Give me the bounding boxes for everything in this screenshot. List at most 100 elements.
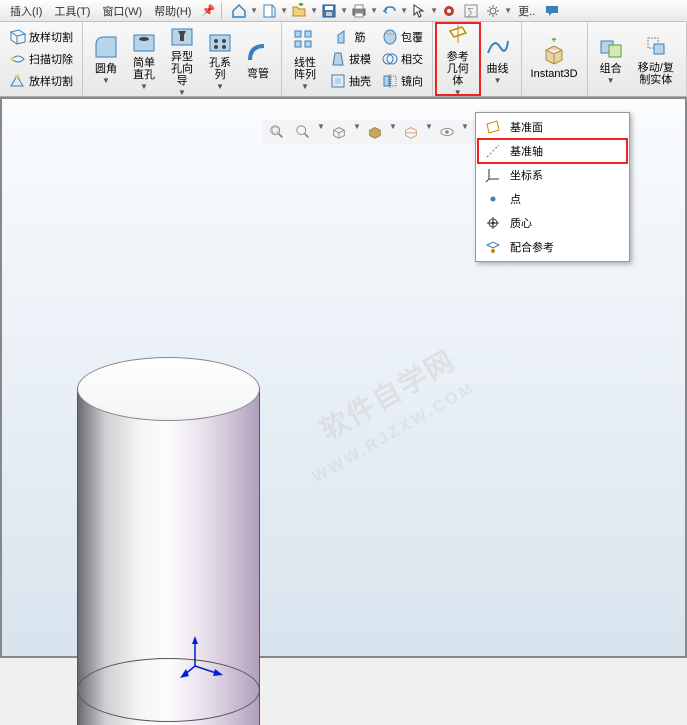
print-icon[interactable] [350, 2, 368, 20]
rebuild-icon[interactable] [440, 2, 458, 20]
hide-show-icon[interactable] [437, 122, 457, 142]
save-icon[interactable] [320, 2, 338, 20]
dropdown-coord[interactable]: 坐标系 [478, 163, 627, 187]
dd-arrow[interactable]: ▼ [250, 6, 258, 15]
view-orientation-icon[interactable] [329, 122, 349, 142]
instant3d-button[interactable]: Instant3D [526, 24, 583, 94]
dd-arrow: ▼ [216, 82, 224, 91]
btn-label: 简单直孔 [130, 57, 158, 81]
move-copy-button[interactable]: 移动/复制实体 [630, 24, 682, 94]
display-style-icon[interactable] [365, 122, 385, 142]
ribbon-group-cut: 放样切割 扫描切除 放样切割 [0, 22, 83, 96]
wrap-button[interactable]: 包覆 [379, 26, 425, 48]
dd-arrow[interactable]: ▼ [310, 6, 318, 15]
btn-label: 抽壳 [349, 73, 371, 89]
dd-arrow[interactable]: ▼ [389, 122, 397, 142]
dd-arrow: ▼ [454, 88, 462, 97]
home-icon[interactable] [230, 2, 248, 20]
dd-label: 配合参考 [510, 239, 554, 255]
zoom-fit-icon[interactable] [267, 122, 287, 142]
dropdown-materef[interactable]: 配合参考 [478, 235, 627, 259]
watermark-url: WWW.RJZXW.COM [310, 379, 479, 487]
btn-label: 筋 [355, 29, 366, 45]
dd-arrow[interactable]: ▼ [353, 122, 361, 142]
btn-label: 放样切割 [29, 73, 73, 89]
dd-arrow[interactable]: ▼ [317, 122, 325, 142]
instant3d-icon [540, 38, 568, 66]
btn-label: 移动/复制实体 [635, 62, 677, 86]
undo-icon[interactable] [380, 2, 398, 20]
dropdown-plane[interactable]: 基准面 [478, 115, 627, 139]
menubar: 插入(I) 工具(T) 窗口(W) 帮助(H) 📌 ▼ ▼ ▼ ▼ ▼ ▼ ▼ … [0, 0, 687, 22]
linear-pattern-button[interactable]: 线性阵列▼ [286, 24, 324, 94]
bend-button[interactable]: 弯管 [239, 24, 277, 94]
menu-help[interactable]: 帮助(H) [148, 1, 197, 21]
btn-label: 组合 [600, 63, 622, 75]
loft-cut-icon [9, 28, 27, 46]
open-icon[interactable] [290, 2, 308, 20]
dd-label: 基准面 [510, 119, 543, 135]
btn-label: 拔模 [349, 51, 371, 67]
plane-icon [484, 118, 502, 136]
dd-label: 基准轴 [510, 143, 543, 159]
dd-arrow[interactable]: ▼ [504, 6, 512, 15]
cylinder-model[interactable] [77, 357, 260, 722]
move-icon [642, 32, 670, 60]
curve-button[interactable]: 曲线▼ [479, 24, 517, 94]
dd-arrow: ▼ [301, 82, 309, 91]
ribbon-group-pattern: 线性阵列▼ 筋 拔模 抽壳 包覆 相交 镜向 [282, 22, 433, 96]
shape-hole-button[interactable]: 异型孔向导▼ [163, 24, 201, 94]
chat-icon[interactable] [543, 2, 561, 20]
settings-icon[interactable] [484, 2, 502, 20]
btn-label: 弯管 [247, 68, 269, 80]
dropdown-point[interactable]: 点 [478, 187, 627, 211]
dropdown-centroid[interactable]: 质心 [478, 211, 627, 235]
dd-arrow[interactable]: ▼ [425, 122, 433, 142]
hole-button[interactable]: 简单直孔▼ [125, 24, 163, 94]
dropdown-axis[interactable]: 基准轴 [478, 139, 627, 163]
shell-button[interactable]: 抽壳 [327, 70, 373, 92]
rib-button[interactable]: 筋 [333, 26, 368, 48]
zoom-window-icon[interactable] [293, 122, 313, 142]
sweep-cut-button[interactable]: 扫描切除 [7, 48, 75, 70]
new-icon[interactable] [260, 2, 278, 20]
linear-pattern-icon [291, 27, 319, 55]
draft-button[interactable]: 拔模 [327, 48, 373, 70]
dd-arrow[interactable]: ▼ [400, 6, 408, 15]
bend-icon [244, 38, 272, 66]
intersect-button[interactable]: 相交 [379, 48, 425, 70]
ref-geom-button[interactable]: 参考几何体▼ [437, 24, 479, 94]
dd-arrow[interactable]: ▼ [430, 6, 438, 15]
hole-series-button[interactable]: 孔系列▼ [201, 24, 239, 94]
menu-insert[interactable]: 插入(I) [4, 1, 48, 21]
intersect-icon [381, 50, 399, 68]
dd-arrow[interactable]: ▼ [461, 122, 469, 142]
divider [221, 3, 222, 19]
loft-cut2-button[interactable]: 放样切割 [7, 70, 75, 92]
ref-geom-dropdown: 基准面 基准轴 坐标系 点 质心 配合参考 [475, 112, 630, 262]
point-icon [484, 190, 502, 208]
select-icon[interactable] [410, 2, 428, 20]
mirror-button[interactable]: 镜向 [379, 70, 425, 92]
loft-cut-button[interactable]: 放样切割 [7, 26, 75, 48]
materef-icon [484, 238, 502, 256]
fillet-button[interactable]: 圆角▼ [87, 24, 125, 94]
btn-label: 线性阵列 [291, 57, 319, 81]
hole-series-icon [206, 27, 234, 55]
menu-more[interactable]: 更.. [512, 1, 541, 21]
section-view-icon[interactable] [401, 122, 421, 142]
dd-arrow[interactable]: ▼ [340, 6, 348, 15]
pin-icon[interactable]: 📌 [201, 4, 215, 17]
menu-tools[interactable]: 工具(T) [48, 1, 96, 21]
dd-arrow[interactable]: ▼ [280, 6, 288, 15]
ribbon-group-instant: Instant3D [522, 22, 588, 96]
ribbon-group-features: 圆角▼ 简单直孔▼ 异型孔向导▼ 孔系列▼ 弯管 [83, 22, 282, 96]
ribbon-group-combine: 组合▼ 移动/复制实体 [588, 22, 687, 96]
wrap-icon [381, 28, 399, 46]
shell-icon [329, 72, 347, 90]
dd-arrow[interactable]: ▼ [370, 6, 378, 15]
combine-button[interactable]: 组合▼ [592, 24, 630, 94]
cylinder-top [77, 357, 260, 421]
menu-window[interactable]: 窗口(W) [96, 1, 148, 21]
equation-icon[interactable]: ∑ [462, 2, 480, 20]
